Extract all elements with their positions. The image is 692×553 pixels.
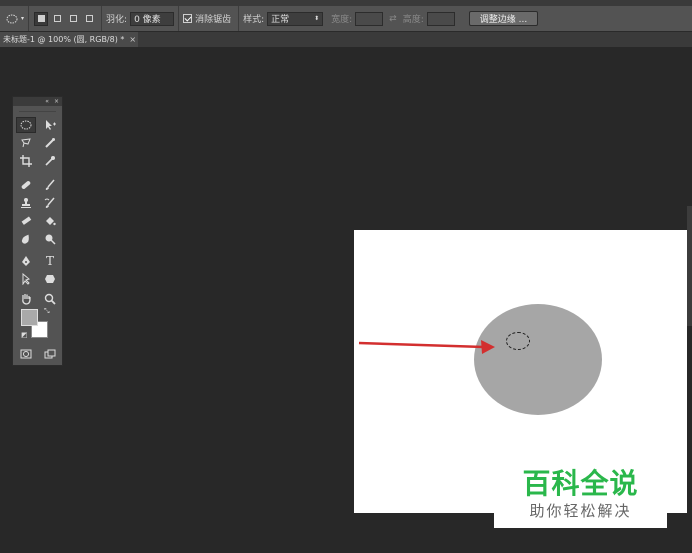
- dodge-tool[interactable]: [40, 231, 60, 247]
- antialias-group: 消除锯齿: [179, 6, 240, 31]
- panel-grip[interactable]: [19, 106, 56, 112]
- screen-mode-icon: [44, 349, 56, 359]
- paint-bucket-tool[interactable]: [40, 213, 60, 229]
- selection-mode-group: [29, 6, 103, 31]
- height-label: 高度:: [402, 15, 424, 25]
- antialias-label: 消除锯齿: [195, 15, 232, 25]
- pen-tool[interactable]: [16, 253, 36, 269]
- history-brush-tool[interactable]: [40, 195, 60, 211]
- path-selection-icon: [22, 273, 31, 285]
- type-tool[interactable]: T: [40, 253, 60, 269]
- move-icon: [46, 120, 56, 130]
- panel-edge-strip: [687, 206, 692, 326]
- tool-preset-picker[interactable]: [5, 12, 19, 26]
- move-tool[interactable]: [40, 117, 60, 133]
- hand-icon: [22, 294, 31, 305]
- document-tab-bar: 未标题-1 @ 100% (圆, RGB/8) * ×: [0, 32, 692, 47]
- screen-mode-button[interactable]: [40, 346, 60, 362]
- chevron-down-icon[interactable]: ▾: [21, 15, 24, 22]
- close-panel-icon[interactable]: ×: [54, 98, 59, 105]
- brush-tool[interactable]: [40, 177, 60, 193]
- gray-ellipse-shape: [474, 304, 602, 415]
- crop-tool[interactable]: [16, 153, 36, 169]
- quick-selection-tool[interactable]: [40, 135, 60, 151]
- quick-mask-icon: [20, 349, 32, 359]
- style-group: 样式: 正常 ⬍ 宽度: ⇄ 高度: 调整边缘 ...: [239, 6, 542, 31]
- options-bar: ▾ 羽化: 0 像素 消除锯齿 样式: 正常 ⬍ 宽度: ⇄ 高度: 调整边缘 …: [0, 6, 692, 32]
- new-selection-button[interactable]: [34, 11, 49, 26]
- history-brush-icon: [44, 197, 55, 208]
- paint-bucket-icon: [46, 217, 56, 226]
- document-tab-title: 未标题-1 @ 100% (圆, RGB/8) *: [3, 35, 125, 44]
- tools-panel-header: « ×: [13, 97, 62, 106]
- quick-selection-icon: [45, 138, 55, 148]
- refine-edge-button[interactable]: 调整边缘 ...: [468, 11, 539, 26]
- stamp-icon: [21, 198, 31, 208]
- close-tab-icon[interactable]: ×: [129, 35, 136, 44]
- crop-icon: [20, 155, 32, 167]
- eraser-tool[interactable]: [16, 213, 36, 229]
- type-icon: T: [45, 254, 54, 268]
- antialias-checkbox[interactable]: [183, 14, 193, 23]
- swap-colors-icon[interactable]: ⤡: [44, 307, 50, 316]
- feather-group: 羽化: 0 像素: [102, 6, 180, 31]
- intersect-selection-button[interactable]: [82, 12, 96, 26]
- collapse-panel-icon[interactable]: «: [45, 98, 49, 105]
- feather-label: 羽化:: [106, 15, 128, 25]
- pen-icon: [22, 256, 30, 266]
- quick-mask-button[interactable]: [16, 346, 36, 362]
- width-input[interactable]: [355, 11, 384, 26]
- eraser-icon: [21, 216, 32, 225]
- foreground-color-swatch[interactable]: [21, 309, 38, 326]
- shape-tool[interactable]: [40, 271, 60, 287]
- feather-input[interactable]: 0 像素: [130, 11, 175, 26]
- tool-preset-group: ▾: [0, 6, 30, 31]
- watermark-title: 百科全说: [522, 467, 639, 500]
- subtract-selection-icon: [69, 15, 77, 22]
- document-tab[interactable]: 未标题-1 @ 100% (圆, RGB/8) * ×: [0, 32, 138, 47]
- zoom-tool[interactable]: [40, 291, 60, 307]
- add-to-selection-button[interactable]: [50, 12, 64, 26]
- height-input[interactable]: [426, 11, 455, 26]
- brush-icon: [45, 179, 55, 190]
- swap-icon[interactable]: ⇄: [389, 14, 397, 24]
- watermark: 百科全说 助你轻松解决: [494, 458, 667, 528]
- select-arrows-icon: ⬍: [314, 15, 320, 22]
- path-selection-tool[interactable]: [16, 271, 36, 287]
- lasso-icon: [21, 138, 31, 148]
- elliptical-selection-marquee: [506, 332, 530, 350]
- spot-healing-tool[interactable]: [16, 177, 36, 193]
- style-label: 样式:: [243, 15, 265, 25]
- zoom-icon: [44, 293, 56, 305]
- add-selection-icon: [53, 15, 61, 22]
- elliptical-marquee-icon: [6, 14, 18, 23]
- drop-icon: [21, 234, 29, 244]
- width-label: 宽度:: [331, 15, 353, 25]
- lasso-tool[interactable]: [16, 135, 36, 151]
- dodge-icon: [45, 234, 56, 245]
- eyedropper-tool[interactable]: [40, 153, 60, 169]
- subtract-selection-button[interactable]: [66, 12, 80, 26]
- hand-tool[interactable]: [16, 291, 36, 307]
- new-selection-icon: [37, 15, 45, 22]
- intersect-selection-icon: [85, 15, 93, 22]
- eyedropper-icon: [45, 156, 55, 166]
- style-select[interactable]: 正常 ⬍: [267, 11, 324, 26]
- default-colors-icon[interactable]: ◩: [21, 331, 28, 339]
- style-value: 正常: [271, 15, 290, 25]
- elliptical-marquee-tool[interactable]: [16, 117, 36, 133]
- watermark-subtitle: 助你轻松解决: [529, 502, 632, 520]
- clone-stamp-tool[interactable]: [16, 195, 36, 211]
- tools-panel: « × T ⤡ ◩: [12, 96, 63, 366]
- elliptical-marquee-icon: [20, 120, 32, 130]
- hexagon-icon: [45, 275, 55, 283]
- blur-tool[interactable]: [16, 231, 36, 247]
- bandage-icon: [21, 181, 31, 189]
